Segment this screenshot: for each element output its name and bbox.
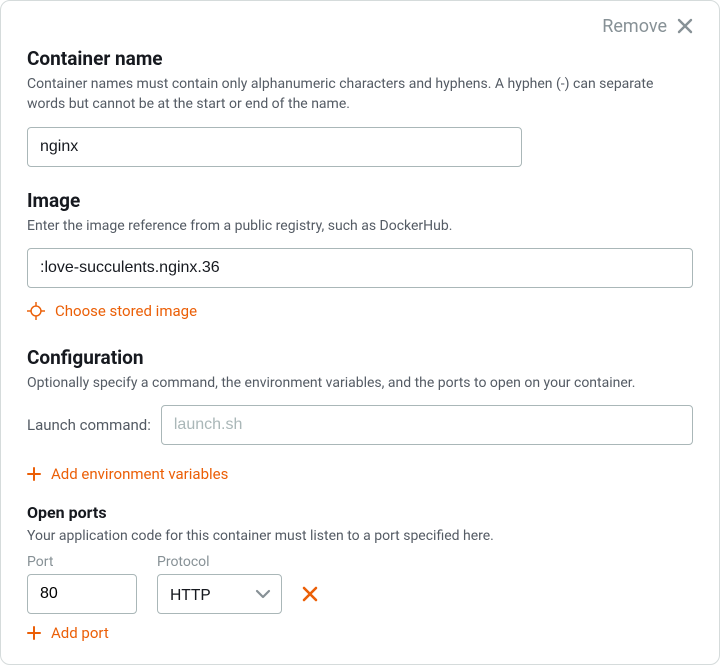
add-port-label: Add port [51,624,109,642]
add-env-vars-link[interactable]: Add environment variables [27,465,228,483]
container-name-title: Container name [27,47,693,70]
image-input[interactable] [27,248,693,288]
port-row: Port Protocol HTTP [27,554,693,614]
port-input[interactable] [27,574,137,614]
delete-port-icon[interactable] [302,586,318,602]
launch-command-input[interactable] [161,405,693,445]
add-env-vars-label: Add environment variables [51,465,228,483]
target-icon [27,302,45,320]
configuration-section: Configuration Optionally specify a comma… [27,346,693,645]
launch-command-row: Launch command: [27,405,693,445]
remove-link[interactable]: Remove [602,16,667,37]
protocol-value: HTTP [170,585,211,604]
open-ports-section: Open ports Your application code for thi… [27,503,693,644]
plus-icon [27,467,41,481]
container-name-desc: Container names must contain only alphan… [27,74,693,115]
choose-stored-image-link[interactable]: Choose stored image [27,302,197,320]
choose-stored-image-label: Choose stored image [55,302,197,320]
image-section: Image Enter the image reference from a p… [27,189,693,324]
open-ports-title: Open ports [27,503,693,522]
protocol-select[interactable]: HTTP [157,574,282,614]
container-card: Remove Container name Container names mu… [0,0,720,665]
remove-row: Remove [27,11,693,41]
protocol-label: Protocol [157,554,282,570]
port-label: Port [27,554,137,570]
close-icon[interactable] [677,18,693,34]
image-desc: Enter the image reference from a public … [27,216,693,236]
container-name-section: Container name Container names must cont… [27,47,693,167]
configuration-title: Configuration [27,346,693,369]
port-field: Port [27,554,137,614]
protocol-field: Protocol HTTP [157,554,282,614]
add-port-link[interactable]: Add port [27,624,109,642]
image-title: Image [27,189,693,212]
container-name-input[interactable] [27,127,522,167]
launch-command-label: Launch command: [27,416,151,434]
open-ports-desc: Your application code for this container… [27,526,693,546]
configuration-desc: Optionally specify a command, the enviro… [27,373,693,393]
plus-icon [27,626,41,640]
